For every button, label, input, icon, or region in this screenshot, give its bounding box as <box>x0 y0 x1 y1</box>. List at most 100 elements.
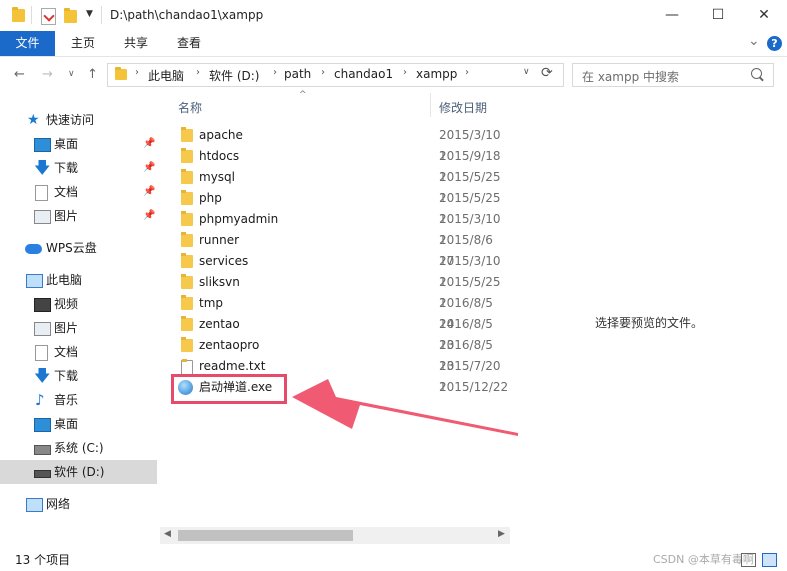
nav-drive-c[interactable]: 系统 (C:) <box>0 436 157 460</box>
file-row[interactable]: zentao 2016/8/5 13 <box>170 314 510 352</box>
up-arrow-icon[interactable]: ↑ <box>87 67 98 82</box>
forward-arrow-icon[interactable]: → <box>42 67 53 82</box>
navigation-pane: ★ 快速访问 桌面 📌 🡇 下载 📌 文档 📌 图片 📌 WPS云盘 此电脑 视… <box>0 93 160 548</box>
star-icon: ★ <box>27 112 40 128</box>
nav-documents-quick[interactable]: 文档 📌 <box>0 180 157 204</box>
video-icon <box>34 298 51 312</box>
chevron-right-icon[interactable]: › <box>403 67 407 78</box>
search-placeholder: 在 xampp 中搜索 <box>582 70 680 84</box>
file-row[interactable]: phpmyadmin 2015/3/10 1 <box>170 209 510 247</box>
folder-icon <box>181 337 193 352</box>
nav-music[interactable]: ♪ 音乐 <box>0 388 157 412</box>
minimize-button[interactable]: — <box>649 0 695 31</box>
breadcrumb-path[interactable]: path <box>284 67 311 81</box>
chevron-right-icon[interactable]: › <box>465 67 469 78</box>
file-name: php <box>199 191 222 205</box>
folder-icon <box>181 169 193 184</box>
pin-icon[interactable]: 📌 <box>143 204 155 228</box>
tab-file[interactable]: 文件 <box>0 31 55 56</box>
nav-videos[interactable]: 视频 <box>0 292 157 316</box>
customize-toolbar-icon[interactable]: ▼ <box>86 9 93 19</box>
nav-pictures-quick[interactable]: 图片 📌 <box>0 204 157 228</box>
watermark: CSDN @本草有毒啊 <box>653 553 754 566</box>
column-divider[interactable] <box>430 93 431 117</box>
file-row[interactable]: runner 2015/8/6 17 <box>170 230 510 268</box>
scrollbar-thumb[interactable] <box>178 530 353 541</box>
large-icons-view-icon[interactable] <box>762 553 777 567</box>
folder-icon <box>181 127 193 142</box>
nav-label: 桌面 <box>54 137 79 151</box>
music-note-icon: ♪ <box>35 391 45 409</box>
column-header-name[interactable]: 名称 <box>178 99 202 116</box>
breadcrumb-chandao1[interactable]: chandao1 <box>334 67 393 81</box>
item-count: 13 个项目 <box>15 553 71 567</box>
nav-quick-access[interactable]: ★ 快速访问 <box>0 108 157 132</box>
chevron-right-icon[interactable]: › <box>196 67 200 78</box>
file-name: apache <box>199 128 243 142</box>
search-input[interactable]: 在 xampp 中搜索 <box>572 63 774 87</box>
details-view-icon[interactable] <box>741 553 756 567</box>
file-row[interactable]: services 2015/3/10 1 <box>170 251 510 289</box>
nav-downloads[interactable]: 🡇 下载 <box>0 364 157 388</box>
pin-icon[interactable]: 📌 <box>143 156 155 180</box>
back-arrow-icon[interactable]: ← <box>14 67 25 82</box>
refresh-icon[interactable]: ⟳ <box>541 65 553 81</box>
nav-network[interactable]: 网络 <box>0 492 157 516</box>
nav-drive-d[interactable]: 软件 (D:) <box>0 460 157 484</box>
recent-dropdown-icon[interactable]: ∨ <box>68 69 75 79</box>
nav-pictures[interactable]: 图片 <box>0 316 157 340</box>
nav-desktop[interactable]: 桌面 <box>0 412 157 436</box>
file-row[interactable]: tmp 2016/8/5 14 <box>170 293 510 331</box>
chevron-right-icon[interactable]: › <box>135 67 139 78</box>
document-icon <box>35 185 48 201</box>
file-name: runner <box>199 233 240 247</box>
maximize-button[interactable]: ☐ <box>695 0 741 31</box>
file-row[interactable]: htdocs 2015/9/18 1 <box>170 146 510 184</box>
nav-downloads-quick[interactable]: 🡇 下载 📌 <box>0 156 157 180</box>
file-name: tmp <box>199 296 224 310</box>
folder-icon <box>181 316 193 331</box>
help-icon[interactable]: ? <box>767 36 782 51</box>
address-bar[interactable]: › 此电脑 › 软件 (D:) › path › chandao1 › xamp… <box>107 63 564 87</box>
folder-icon <box>181 274 193 289</box>
file-row[interactable]: apache 2015/3/10 1 <box>170 125 510 163</box>
drive-icon <box>34 470 51 478</box>
file-name: zentaopro <box>199 338 260 352</box>
file-name: zentao <box>199 317 240 331</box>
tab-home[interactable]: 主页 <box>71 31 95 56</box>
file-row[interactable]: zentaopro 2016/8/5 13 <box>170 335 510 373</box>
chevron-right-icon[interactable]: › <box>273 67 277 78</box>
scroll-left-icon[interactable]: ◀ <box>164 529 171 539</box>
nav-documents[interactable]: 文档 <box>0 340 157 364</box>
nav-label: 下载 <box>54 369 79 383</box>
pin-icon[interactable]: 📌 <box>143 132 155 156</box>
breadcrumb-xampp[interactable]: xampp <box>416 67 457 81</box>
ribbon: 文件 主页 共享 查看 ⌄ ? <box>0 31 787 57</box>
column-header-date[interactable]: 修改日期 <box>439 99 487 116</box>
search-icon[interactable] <box>751 68 764 82</box>
nav-label: 音乐 <box>54 393 79 407</box>
tab-view[interactable]: 查看 <box>177 31 201 56</box>
chevron-right-icon[interactable]: › <box>321 67 325 78</box>
file-row[interactable]: php 2015/5/25 1 <box>170 188 510 226</box>
properties-icon[interactable] <box>41 8 56 25</box>
horizontal-scrollbar[interactable]: ◀ ▶ <box>160 527 510 544</box>
file-row[interactable]: mysql 2015/5/25 1 <box>170 167 510 205</box>
file-row[interactable]: sliksvn 2015/5/25 1 <box>170 272 510 310</box>
folder-icon <box>12 7 25 22</box>
address-history-dropdown-icon[interactable]: ∨ <box>523 67 530 77</box>
breadcrumb-this-pc[interactable]: 此电脑 <box>148 67 184 84</box>
divider <box>31 6 32 24</box>
expand-ribbon-icon[interactable]: ⌄ <box>748 33 760 49</box>
nav-label: 此电脑 <box>46 273 83 287</box>
scroll-right-icon[interactable]: ▶ <box>498 529 505 539</box>
breadcrumb-drive-d[interactable]: 软件 (D:) <box>209 67 259 84</box>
divider <box>101 6 102 24</box>
nav-desktop-quick[interactable]: 桌面 📌 <box>0 132 157 156</box>
close-button[interactable]: ✕ <box>741 0 787 31</box>
new-folder-icon[interactable] <box>64 8 77 23</box>
nav-wps-cloud[interactable]: WPS云盘 <box>0 236 157 260</box>
tab-share[interactable]: 共享 <box>124 31 148 56</box>
pin-icon[interactable]: 📌 <box>143 180 155 204</box>
nav-this-pc[interactable]: 此电脑 <box>0 268 157 292</box>
